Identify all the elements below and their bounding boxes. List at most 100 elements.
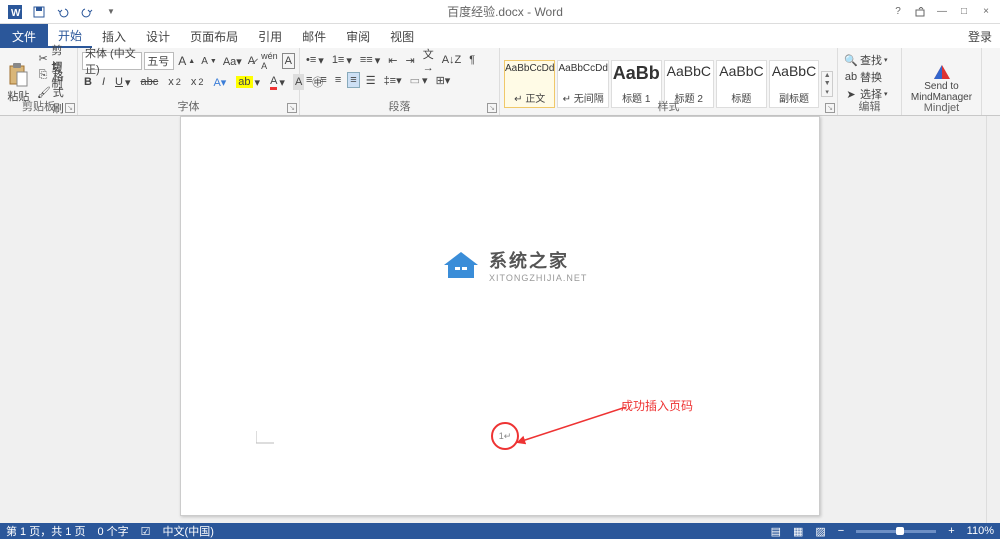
ribbon-tabs: 文件 开始 插入 设计 页面布局 引用 邮件 审阅 视图 登录 (0, 24, 1000, 48)
group-clipboard: 粘贴 ✂剪切 ⎘复制 🖌格式刷 剪贴板 ↘ (0, 48, 78, 115)
title-bar: W ▼ 百度经验.docx - Word ? — □ × (0, 0, 1000, 24)
eraser-icon: A̷ (248, 55, 255, 67)
window-title: 百度经验.docx - Word (122, 3, 888, 20)
qat-dropdown[interactable]: ▼ (100, 2, 122, 22)
status-language[interactable]: 中文(中国) (163, 523, 214, 539)
decrease-indent-button[interactable]: ⇤ (386, 52, 399, 68)
tab-view[interactable]: 视图 (380, 24, 424, 48)
borders-button[interactable]: ⊞▾ (434, 72, 453, 88)
align-justify-button[interactable]: ≡ (347, 72, 359, 88)
zoom-slider[interactable] (856, 530, 936, 533)
tab-design[interactable]: 设计 (136, 24, 180, 48)
numbering-button[interactable]: 1≡▾ (330, 52, 354, 68)
tab-review[interactable]: 审阅 (336, 24, 380, 48)
zoom-level[interactable]: 110% (967, 525, 994, 537)
copy-icon: ⎘ (37, 68, 50, 82)
ribbon-options-button[interactable] (910, 3, 930, 21)
redo-button[interactable] (76, 2, 98, 22)
binoculars-icon: 🔍 (844, 53, 858, 67)
help-button[interactable]: ? (888, 3, 908, 21)
house-icon (441, 250, 481, 280)
styles-launcher[interactable]: ↘ (825, 103, 835, 113)
change-case-button[interactable]: Aa▾ (221, 53, 244, 69)
group-font: 宋体 (中文正) 五号 A▲ A▼ Aa▾ A̷ wénA A B I U▾ a… (78, 48, 300, 115)
underline-button[interactable]: U▾ (113, 74, 132, 90)
numbering-icon: 1≡ (332, 54, 345, 66)
font-launcher[interactable]: ↘ (287, 103, 297, 113)
show-marks-button[interactable]: ¶ (467, 52, 477, 68)
undo-button[interactable] (52, 2, 74, 22)
document-area: 系统之家 XITONGZHIJIA.NET 1↵ 成功插入页码 (0, 116, 1000, 523)
group-editing: 🔍查找▾ ab替换 ➤选择▾ 编辑 (838, 48, 902, 115)
distribute-button[interactable]: ☰ (364, 72, 378, 88)
bullets-icon: •≡ (306, 54, 316, 66)
align-center-button[interactable]: ≡ (318, 72, 328, 88)
styles-more-button[interactable]: ▲▼▾ (821, 71, 833, 97)
svg-text:W: W (11, 8, 21, 19)
increase-indent-button[interactable]: ⇥ (403, 52, 416, 68)
zoom-out-button[interactable]: − (838, 525, 844, 537)
save-button[interactable] (28, 2, 50, 22)
highlight-button[interactable]: ab▾ (234, 74, 262, 90)
font-size-combo[interactable]: 五号 (144, 52, 174, 70)
scissors-icon: ✂ (37, 51, 50, 65)
watermark: 系统之家 XITONGZHIJIA.NET (441, 247, 587, 283)
italic-button[interactable]: I (100, 74, 107, 90)
bucket-icon: ▭ (410, 74, 420, 87)
align-right-button[interactable]: ≡ (333, 72, 343, 88)
multilevel-icon: ≡≡ (360, 54, 373, 66)
word-icon: W (4, 2, 26, 22)
view-readmode-button[interactable]: ▤ (771, 525, 781, 538)
font-color-button[interactable]: A▾ (268, 74, 287, 90)
paragraph-launcher[interactable]: ↘ (487, 103, 497, 113)
clipboard-launcher[interactable]: ↘ (65, 103, 75, 113)
maximize-button[interactable]: □ (954, 3, 974, 21)
clear-format-button[interactable]: A̷ (246, 53, 257, 69)
status-page[interactable]: 第 1 页，共 1 页 (6, 523, 85, 539)
status-bar: 第 1 页，共 1 页 0 个字 ☑ 中文(中国) ▤ ▦ ▨ − + 110% (0, 523, 1000, 539)
minimize-button[interactable]: — (932, 3, 952, 21)
window-controls: ? — □ × (888, 3, 1000, 21)
login-link[interactable]: 登录 (968, 28, 992, 45)
font-name-combo[interactable]: 宋体 (中文正) (82, 52, 142, 70)
find-button[interactable]: 🔍查找▾ (842, 52, 897, 68)
group-paragraph: •≡▾ 1≡▾ ≡≡▾ ⇤ ⇥ 文→ A↓Z ¶ ≡ ≡ ≡ ≡ ☰ ‡≡▾ ▭… (300, 48, 500, 115)
status-proofing-icon[interactable]: ☑ (141, 525, 151, 538)
tab-pagelayout[interactable]: 页面布局 (180, 24, 248, 48)
multilevel-button[interactable]: ≡≡▾ (358, 52, 382, 68)
text-direction-button[interactable]: 文→ (421, 52, 436, 68)
group-styles: AaBbCcDd↵ 正文 AaBbCcDd↵ 无间隔 AaBb标题 1 AaBb… (500, 48, 838, 115)
ribbon: 粘贴 ✂剪切 ⎘复制 🖌格式刷 剪贴板 ↘ 宋体 (中文正) 五号 A▲ A▼ … (0, 48, 1000, 116)
zoom-in-button[interactable]: + (948, 525, 954, 537)
strike-button[interactable]: abc (139, 74, 161, 90)
align-left-button[interactable]: ≡ (304, 72, 314, 88)
status-words[interactable]: 0 个字 (97, 523, 128, 539)
annotation-arrow (516, 407, 636, 447)
quick-access-toolbar: W ▼ (0, 2, 122, 22)
group-mindjet: Send to MindManager Mindjet (902, 48, 982, 115)
document-page[interactable]: 系统之家 XITONGZHIJIA.NET 1↵ 成功插入页码 (180, 116, 820, 516)
tab-mailings[interactable]: 邮件 (292, 24, 336, 48)
tab-references[interactable]: 引用 (248, 24, 292, 48)
vertical-scrollbar[interactable] (986, 116, 1000, 523)
bold-button[interactable]: B (82, 74, 94, 90)
page-number-circle: 1↵ (491, 422, 519, 450)
line-spacing-button[interactable]: ‡≡▾ (382, 72, 404, 88)
shrink-font-button[interactable]: A▼ (199, 53, 219, 69)
mindjet-icon (932, 63, 952, 81)
close-button[interactable]: × (976, 3, 996, 21)
text-effects-button[interactable]: A▾ (211, 74, 228, 90)
phonetic-button[interactable]: wénA (259, 53, 280, 69)
sort-button[interactable]: A↓Z (440, 52, 464, 68)
superscript-button[interactable]: x2 (189, 74, 206, 90)
view-print-button[interactable]: ▦ (793, 525, 803, 538)
replace-button[interactable]: ab替换 (842, 69, 897, 85)
char-border-button[interactable]: A (282, 53, 295, 69)
footer-corner-mark (256, 431, 276, 445)
subscript-button[interactable]: x2 (166, 74, 183, 90)
view-web-button[interactable]: ▨ (815, 525, 825, 538)
file-tab[interactable]: 文件 (0, 24, 48, 48)
shading-button[interactable]: ▭▾ (408, 72, 430, 88)
bullets-button[interactable]: •≡▾ (304, 52, 326, 68)
grow-font-button[interactable]: A▲ (176, 53, 197, 69)
